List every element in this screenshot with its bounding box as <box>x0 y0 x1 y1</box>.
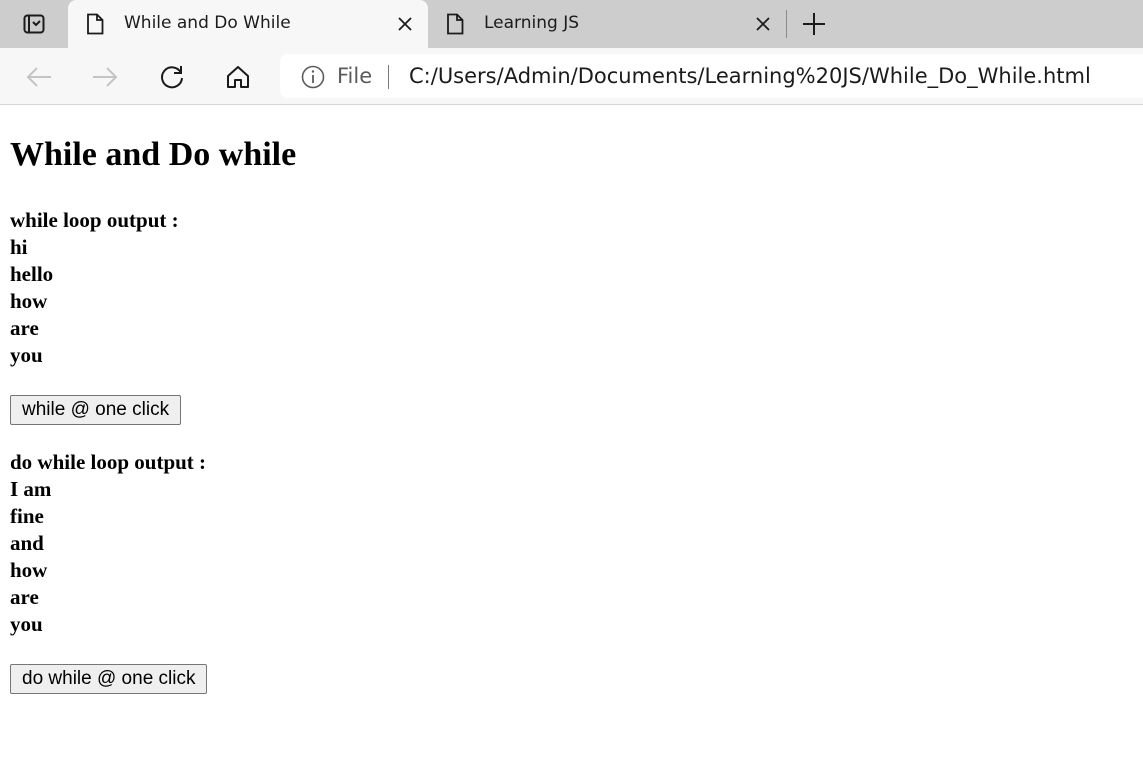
new-tab-icon[interactable] <box>800 11 828 37</box>
close-icon[interactable] <box>396 15 414 33</box>
address-divider <box>388 65 389 89</box>
do-while-output-line: and <box>10 531 44 555</box>
page-icon <box>87 13 104 35</box>
refresh-icon <box>161 66 183 89</box>
tab-strip: While and Do While Learning JS <box>0 0 1143 48</box>
do-while-output-line: I am <box>10 477 52 501</box>
tab-actions-icon <box>23 14 45 34</box>
tab-title: While and Do While <box>124 13 291 33</box>
browser-toolbar: File C:/Users/Admin/Documents/Learning%2… <box>0 48 1143 105</box>
do-while-output-line: fine <box>10 504 44 528</box>
info-icon[interactable] <box>301 65 325 89</box>
page-icon <box>447 13 464 35</box>
tab-title: Learning JS <box>484 13 580 33</box>
while-output-label: while loop output : <box>10 208 179 232</box>
back-button[interactable] <box>24 62 54 92</box>
page-heading: While and Do while <box>10 136 297 173</box>
back-icon <box>26 67 51 87</box>
refresh-button[interactable] <box>157 62 187 92</box>
while-output: while loop output : hi hello how are you <box>10 207 179 369</box>
while-button[interactable]: while @ one click <box>10 395 182 425</box>
while-output-line: how <box>10 289 48 313</box>
do-while-output-line: how <box>10 558 48 582</box>
do-while-output-line: you <box>10 612 43 636</box>
home-button[interactable] <box>223 62 253 92</box>
tab-while-and-do-while[interactable]: While and Do While <box>68 0 428 48</box>
do-while-output: do while loop output : I am fine and how… <box>10 449 206 638</box>
while-output-line: hello <box>10 262 54 286</box>
url-text[interactable]: C:/Users/Admin/Documents/Learning%20JS/W… <box>409 64 1091 88</box>
forward-button[interactable] <box>90 62 120 92</box>
while-output-line: you <box>10 343 43 367</box>
close-icon[interactable] <box>754 15 772 33</box>
scheme-label: File <box>337 64 373 88</box>
while-output-line: hi <box>10 235 28 259</box>
do-while-button[interactable]: do while @ one click <box>10 664 208 694</box>
forward-icon <box>93 67 118 87</box>
home-icon <box>227 66 249 88</box>
do-while-output-label: do while loop output : <box>10 450 207 474</box>
tab-actions-button[interactable] <box>0 0 68 48</box>
tab-divider <box>786 10 787 38</box>
tab-learning-js[interactable]: Learning JS <box>428 0 786 48</box>
do-while-output-line: are <box>10 585 39 609</box>
address-bar[interactable]: File C:/Users/Admin/Documents/Learning%2… <box>280 54 1143 98</box>
while-output-line: are <box>10 316 39 340</box>
